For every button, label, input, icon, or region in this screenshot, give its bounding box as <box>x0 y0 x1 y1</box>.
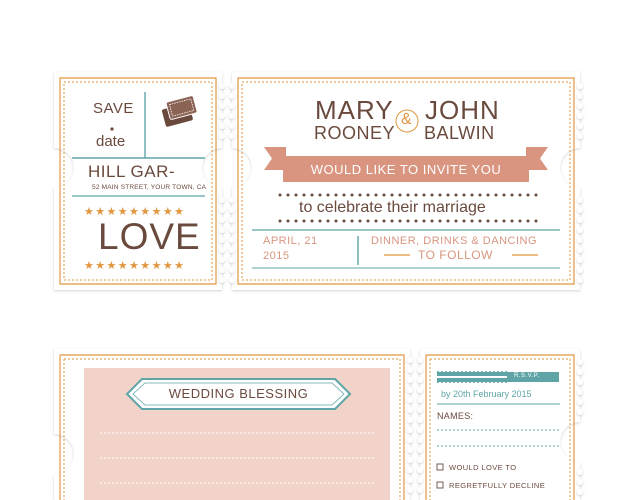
venue-address: 52 MAIN STREET, YOUR TOWN, CA <box>92 184 207 191</box>
event-follow: TO FOLLOW <box>418 248 493 262</box>
wedding-date-year: 2015 <box>263 250 290 262</box>
wedding-date-day: APRIL, 21 <box>263 235 318 247</box>
rsvp-option-decline[interactable]: REGRETFULLY DECLINE <box>449 481 545 490</box>
rsvp-names-label: NAMES: <box>437 411 474 421</box>
event-details: DINNER, DRINKS & DANCING <box>371 235 538 247</box>
love-heading: LOVE <box>98 216 201 257</box>
stars-row-bottom: ★★★★★★★★★ <box>84 260 186 272</box>
rsvp-checkbox-1 <box>436 463 444 471</box>
rsvp-option-accept[interactable]: WOULD LOVE TO <box>449 463 516 472</box>
ticket-artwork <box>54 72 583 500</box>
groom-last-name: BALWIN <box>424 123 495 143</box>
venue-name: HILL GAR- <box>88 162 176 181</box>
wedding-blessing-title: WEDDING BLESSING <box>168 386 309 401</box>
rsvp-label: R.S.V.P. <box>514 373 540 379</box>
save-label: SAVE <box>93 100 134 117</box>
invite-banner-text: WOULD LIKE TO INVITE YOU <box>310 162 502 177</box>
groom-first-name: JOHN <box>425 95 500 125</box>
bride-first-name: MARY <box>315 95 394 125</box>
date-label: date <box>96 133 126 150</box>
rsvp-checkbox-2 <box>436 481 444 489</box>
rsvp-deadline: by 20th February 2015 <box>441 389 532 399</box>
celebrate-text: to celebrate their marriage <box>299 199 486 216</box>
ampersand: & <box>401 111 412 128</box>
ticket2-rsvp-shape <box>420 349 580 500</box>
bride-last-name: ROONEY <box>314 123 396 143</box>
